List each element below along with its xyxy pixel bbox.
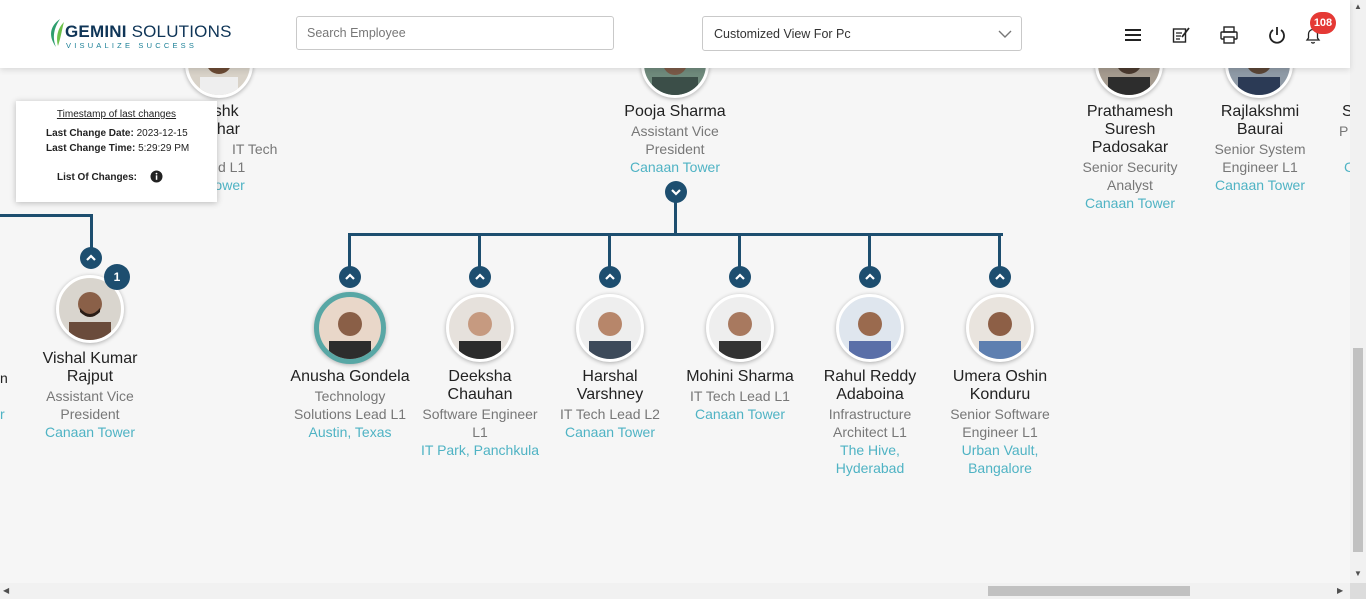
expand-up-button[interactable]: [989, 266, 1011, 288]
vertical-scrollbar[interactable]: ▲ ▼: [1350, 0, 1366, 583]
connector-line: [738, 233, 741, 268]
horizontal-scroll-thumb[interactable]: [988, 586, 1190, 596]
employee-location[interactable]: Canaan Tower: [1200, 176, 1320, 194]
edit-note-icon[interactable]: [1171, 25, 1191, 45]
search-employee-input[interactable]: [296, 16, 614, 50]
employee-location[interactable]: Austin, Texas: [285, 423, 415, 441]
menu-icon[interactable]: [1123, 25, 1143, 45]
connector-line: [0, 214, 93, 217]
employee-role: Technology Solutions Lead L1: [293, 388, 407, 422]
employee-name[interactable]: Vishal Kumar Rajput: [20, 350, 160, 386]
employee-role: Senior Security Analyst: [1082, 159, 1178, 193]
horizontal-scrollbar[interactable]: ◀ ▶: [0, 583, 1350, 599]
expand-up-button[interactable]: [599, 266, 621, 288]
chevron-down-icon: [671, 189, 681, 196]
employee-role: Senior System Engineer L1: [1214, 141, 1306, 175]
employee-location[interactable]: Canaan Tower: [1070, 194, 1190, 212]
expand-up-button[interactable]: [339, 266, 361, 288]
connector-line: [478, 233, 481, 268]
avatar[interactable]: [706, 294, 774, 362]
employee-location[interactable]: IT Park, Panchkula: [415, 441, 545, 459]
employee-location[interactable]: Canaan Tower: [545, 423, 675, 441]
scroll-up-arrow[interactable]: ▲: [1354, 2, 1362, 11]
chevron-up-icon: [475, 273, 485, 280]
avatar[interactable]: [314, 292, 386, 364]
employee-location[interactable]: Canaan Tower: [20, 423, 160, 441]
connector-line: [868, 233, 871, 268]
employee-role: Software Engineer L1: [422, 406, 538, 440]
employee-role: Senior Software Engineer L1: [950, 406, 1050, 440]
employee-location: r: [0, 406, 5, 422]
employee-name[interactable]: Umera Oshin Konduru: [935, 368, 1065, 404]
list-of-changes-label: List Of Changes:: [57, 172, 138, 183]
print-icon[interactable]: [1219, 25, 1239, 45]
view-select[interactable]: Customized View For Pc: [702, 16, 1022, 51]
direct-reports-count-badge[interactable]: 1: [104, 264, 130, 290]
employee-role: IT Tech Lead L1: [690, 388, 790, 404]
employee-name[interactable]: Prathamesh Suresh Padosakar: [1070, 103, 1190, 157]
employee-location[interactable]: The Hive, Hyderabad: [805, 441, 935, 477]
scroll-right-arrow[interactable]: ▶: [1337, 586, 1343, 595]
scrollbar-corner: [1350, 583, 1366, 599]
leaf-logo-icon: [51, 19, 64, 47]
employee-name[interactable]: Rahul Reddy Adaboina: [805, 368, 935, 404]
info-icon[interactable]: [150, 170, 163, 183]
vertical-scroll-thumb[interactable]: [1353, 348, 1363, 552]
connector-line: [998, 233, 1001, 268]
company-logo[interactable]: GEMINI SOLUTIONS VISUALIZE SUCCESS: [46, 18, 231, 50]
employee-role: P: [1339, 123, 1349, 139]
connector-line: [608, 233, 611, 268]
employee-location[interactable]: Canaan Tower: [675, 405, 805, 423]
chevron-up-icon: [86, 254, 96, 261]
expand-up-button[interactable]: [469, 266, 491, 288]
connector-line: [348, 233, 1003, 236]
employee-name[interactable]: Anusha Gondela: [285, 368, 415, 386]
logo-title: GEMINI SOLUTIONS: [65, 22, 232, 41]
employee-name[interactable]: Pooja Sharma: [595, 103, 755, 121]
employee-name: n: [0, 370, 8, 386]
top-header: GEMINI SOLUTIONS VISUALIZE SUCCESS Custo…: [0, 0, 1350, 68]
avatar[interactable]: [836, 294, 904, 362]
employee-name[interactable]: Deeksha Chauhan: [415, 368, 545, 404]
employee-role: Infrastructure Architect L1: [828, 406, 912, 440]
power-icon[interactable]: [1267, 25, 1287, 45]
employee-location[interactable]: Canaan Tower: [595, 158, 755, 176]
chevron-up-icon: [865, 273, 875, 280]
expand-up-button[interactable]: [729, 266, 751, 288]
chevron-down-icon: [998, 30, 1012, 38]
scroll-down-arrow[interactable]: ▼: [1354, 569, 1362, 578]
chevron-up-icon: [345, 273, 355, 280]
timestamp-panel: Timestamp of last changes Last Change Da…: [16, 101, 217, 202]
employee-role: IT Tech Lead L2: [560, 406, 660, 422]
avatar[interactable]: [966, 294, 1034, 362]
expand-up-button[interactable]: [859, 266, 881, 288]
chevron-up-icon: [735, 273, 745, 280]
connector-line: [674, 200, 677, 236]
employee-location[interactable]: Urban Vault, Bangalore: [935, 441, 1065, 477]
expand-up-button[interactable]: [80, 247, 102, 269]
logo-tagline: VISUALIZE SUCCESS: [66, 41, 198, 50]
chevron-up-icon: [605, 273, 615, 280]
employee-name[interactable]: Mohini Sharma: [675, 368, 805, 386]
view-select-value: Customized View For Pc: [714, 27, 851, 41]
timestamp-title: Timestamp of last changes: [56, 109, 177, 120]
notification-count-badge: 108: [1310, 12, 1336, 34]
employee-role: Assistant Vice President: [46, 388, 134, 422]
avatar[interactable]: [446, 294, 514, 362]
employee-name[interactable]: Harshal Varshney: [545, 368, 675, 404]
connector-line: [348, 233, 351, 268]
chevron-up-icon: [995, 273, 1005, 280]
last-change-date: Last Change Date: 2023-12-15: [46, 128, 188, 139]
employee-role: Assistant Vice President: [631, 123, 719, 157]
employee-name[interactable]: Rajlakshmi Baurai: [1200, 103, 1320, 139]
scroll-left-arrow[interactable]: ◀: [3, 586, 9, 595]
avatar[interactable]: [576, 294, 644, 362]
last-change-time: Last Change Time: 5:29:29 PM: [46, 143, 190, 154]
